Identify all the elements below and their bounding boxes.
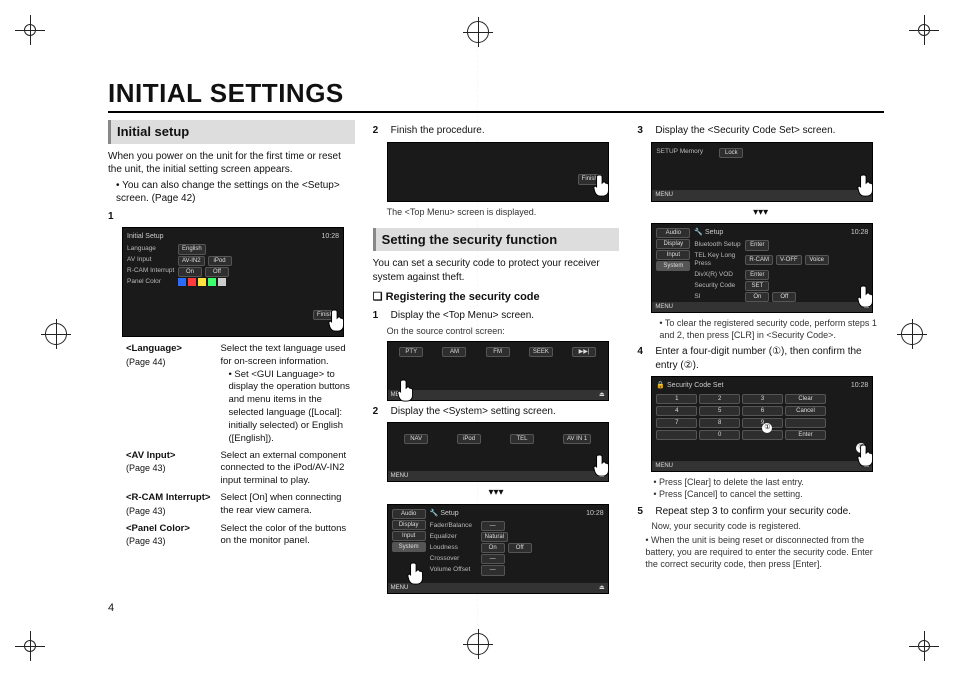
- step-5-text: Repeat step 3 to confirm your security c…: [655, 505, 851, 519]
- def-term-rcam: <R-CAM Interrupt>: [126, 492, 210, 503]
- hand-pointer-icon: [856, 284, 878, 310]
- step-2-number: 2: [373, 124, 385, 138]
- note-press-cancel: Press [Cancel] to cancel the setting.: [653, 488, 884, 500]
- sec-step-1-sub: On the source control screen:: [387, 325, 620, 337]
- top-menu-note: The <Top Menu> screen is displayed.: [387, 206, 620, 218]
- screenshot-source-control: PTY AM FM SEEK ▶▶| MENU⏏: [387, 341, 609, 401]
- screenshot-setup-memory: SETUP MemoryLock MENU⏏: [651, 142, 873, 202]
- screenshot-initial-setup: Initial Setup10:28 LanguageEnglish AV In…: [122, 227, 344, 337]
- shot-title: Initial Setup: [127, 232, 164, 241]
- column-1: Initial setup When you power on the unit…: [108, 120, 355, 616]
- def-term-panelcolor: <Panel Color>: [126, 523, 190, 534]
- step-2-text: Finish the procedure.: [391, 124, 485, 138]
- shot-clock: 10:28: [321, 232, 339, 241]
- screenshot-keypad: 🔒 Security Code Set10:28 123Clear 456Can…: [651, 376, 873, 472]
- step-5-sub: Now, your security code is registered.: [651, 520, 884, 532]
- step-4-num: 4: [637, 345, 649, 372]
- note-press-clear: Press [Clear] to delete the last entry.: [653, 476, 884, 488]
- hand-pointer-icon: [856, 173, 878, 199]
- registration-mark-right: [900, 322, 924, 346]
- security-intro: You can set a security code to protect y…: [373, 257, 620, 284]
- registration-mark-left: [44, 322, 68, 346]
- heading-security-function: Setting the security function: [373, 228, 620, 252]
- step-3-num: 3: [637, 124, 649, 138]
- crop-mark-tl: [10, 10, 50, 50]
- heading-registering-code: ❏ Registering the security code: [373, 290, 620, 305]
- registration-mark-top: [466, 20, 490, 44]
- hand-pointer-icon: [592, 173, 614, 199]
- definitions-table: <Language>(Page 44) Select the text lang…: [122, 341, 355, 551]
- final-note: When the unit is being reset or disconne…: [645, 534, 884, 570]
- intro-bullet: You can also change the settings on the …: [116, 179, 355, 206]
- sec-step-2-num: 2: [373, 405, 385, 419]
- column-3: 3 Display the <Security Code Set> screen.…: [637, 120, 884, 616]
- hand-pointer-icon: [856, 443, 878, 469]
- screenshot-finish: Finish: [387, 142, 609, 202]
- step-3-text: Display the <Security Code Set> screen.: [655, 124, 835, 138]
- def-term-avinput: <AV Input>: [126, 450, 175, 461]
- down-arrow-icon: ▾▾▾: [637, 206, 884, 220]
- screenshot-top-menu: NAV iPod TEL AV IN 1 MENU⏏: [387, 422, 609, 482]
- heading-initial-setup: Initial setup: [108, 120, 355, 144]
- hand-pointer-icon: [406, 561, 428, 587]
- sec-step-1-num: 1: [373, 309, 385, 323]
- step-1-number: 1: [108, 210, 120, 224]
- step-4-text: Enter a four-digit number (①), then conf…: [655, 345, 884, 372]
- crop-mark-tr: [904, 10, 944, 50]
- panel-color-swatches: [178, 278, 226, 286]
- hand-pointer-icon: [327, 308, 349, 334]
- registration-mark-bottom: [466, 632, 490, 656]
- hand-pointer-icon: [396, 378, 418, 404]
- def-term-language: <Language>: [126, 343, 182, 354]
- intro-text: When you power on the unit for the first…: [108, 150, 355, 177]
- down-arrow-icon: ▾▾▾: [373, 486, 620, 500]
- step-5-num: 5: [637, 505, 649, 519]
- crop-mark-br: [904, 626, 944, 666]
- screenshot-setup-audio: Audio Display Input System 🔧 Setup10:28 …: [387, 504, 609, 594]
- crop-mark-bl: [10, 626, 50, 666]
- page-number: 4: [108, 602, 114, 614]
- hand-pointer-icon: [592, 453, 614, 479]
- sec-step-1-text: Display the <Top Menu> screen.: [391, 309, 534, 323]
- screenshot-setup-system: Audio Display Input System 🔧 Setup10:28 …: [651, 223, 873, 313]
- note-clear-code: To clear the registered security code, p…: [659, 317, 884, 341]
- sec-step-2-text: Display the <System> setting screen.: [391, 405, 556, 419]
- column-2: 2 Finish the procedure. Finish The <Top M…: [373, 120, 620, 616]
